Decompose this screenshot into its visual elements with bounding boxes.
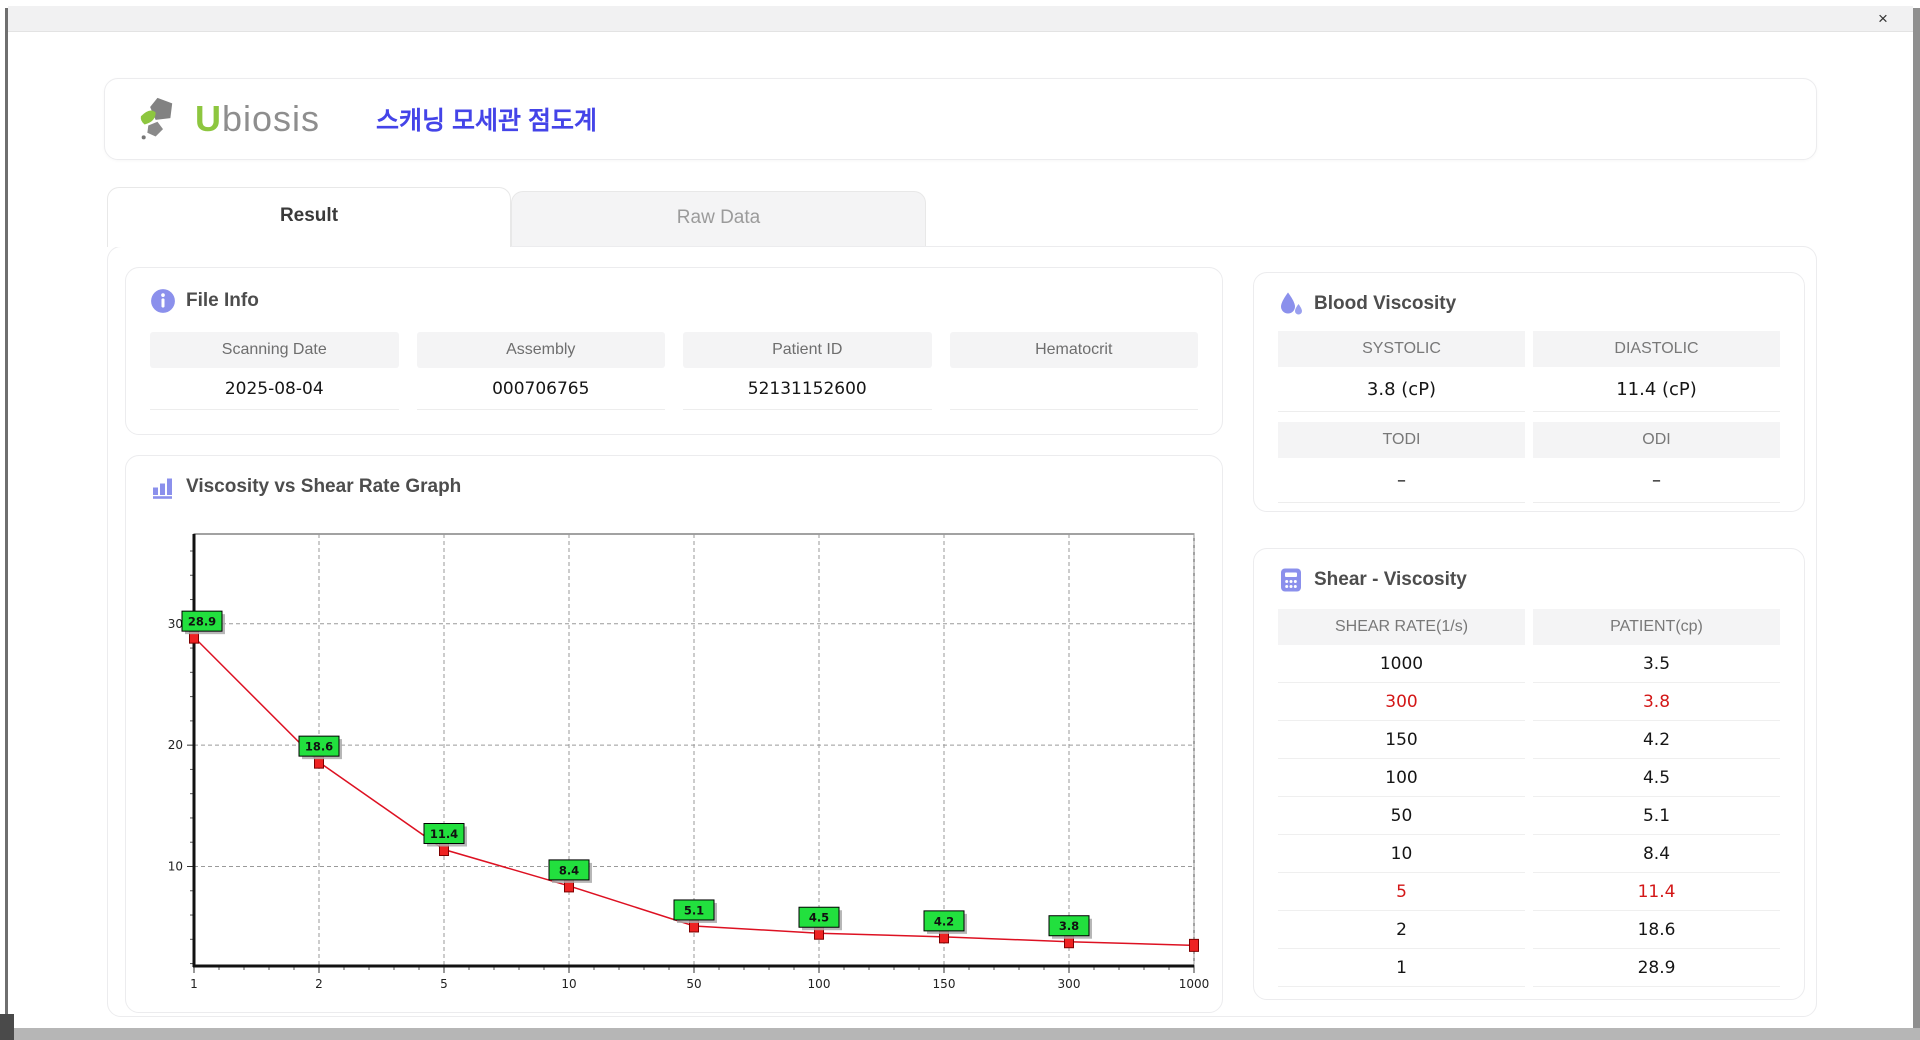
window-edge-bottom <box>0 1028 1920 1040</box>
shear-viscosity-table: SHEAR RATE(1/s) PATIENT(cp) 1000 3.5 300 3.… <box>1278 609 1780 987</box>
svg-text:100: 100 <box>808 977 831 991</box>
patient-viscosity-cell: 3.5 <box>1533 645 1780 683</box>
viscosity-graph-card: Viscosity vs Shear Rate Graph 10 20 30 1 2 5 1… <box>125 455 1223 1013</box>
graph-title: Viscosity vs Shear Rate Graph <box>186 476 462 497</box>
svg-text:300: 300 <box>1058 977 1081 991</box>
water-drops-icon <box>1278 291 1304 317</box>
svg-text:4.2: 4.2 <box>934 914 954 928</box>
svg-text:10: 10 <box>561 977 576 991</box>
svg-text:5.1: 5.1 <box>684 903 704 917</box>
svg-text:10: 10 <box>168 859 183 873</box>
field-label: Scanning Date <box>150 332 399 368</box>
bar-chart-icon <box>150 474 176 500</box>
viscosity-shear-chart: 10 20 30 1 2 5 10 50 100 150 300 1000 28.9 18.6 11.4 8.… <box>168 533 1210 991</box>
diastolic-label: DIASTOLIC <box>1533 331 1780 367</box>
field-value: 2025-08-04 <box>150 368 399 410</box>
shear-rate-cell: 150 <box>1278 721 1525 759</box>
calculator-icon <box>1278 567 1304 593</box>
column-header-shear-rate: SHEAR RATE(1/s) <box>1278 609 1525 645</box>
page-title: 스캐닝 모세관 점도계 <box>376 107 597 135</box>
field-label: Hematocrit <box>949 332 1198 368</box>
svg-text:1000: 1000 <box>1179 977 1210 991</box>
logo-word-rest: biosis <box>222 98 321 139</box>
shear-rate-cell: 1000 <box>1278 645 1525 683</box>
patient-viscosity-cell: 11.4 <box>1533 873 1780 911</box>
systolic-value: 3.8 (cP) <box>1278 367 1525 412</box>
patient-viscosity-cell: 18.6 <box>1533 911 1780 949</box>
field-value: 000706765 <box>416 368 665 410</box>
blood-viscosity-title: Blood Viscosity <box>1314 293 1457 314</box>
svg-text:2: 2 <box>315 977 323 991</box>
field-label: Assembly <box>416 332 665 368</box>
close-icon[interactable]: × <box>1871 8 1895 30</box>
svg-text:3.8: 3.8 <box>1059 919 1079 933</box>
field-label: Patient ID <box>683 332 932 368</box>
svg-text:8.4: 8.4 <box>559 863 579 877</box>
field-patient-id: Patient ID 52131152600 <box>683 332 932 410</box>
todi-label: TODI <box>1278 422 1525 458</box>
shear-rate-cell: 1 <box>1278 949 1525 987</box>
shear-viscosity-title: Shear - Viscosity <box>1314 569 1467 590</box>
window-corner <box>0 1014 14 1040</box>
todi-value: – <box>1278 458 1525 503</box>
svg-text:30: 30 <box>168 617 183 631</box>
tab-result[interactable]: Result <box>107 187 511 247</box>
window-edge-left <box>5 8 8 1028</box>
field-value <box>949 368 1198 410</box>
patient-viscosity-cell: 5.1 <box>1533 797 1780 835</box>
odi-label: ODI <box>1533 422 1780 458</box>
file-info-card: File Info Scanning Date 2025-08-04 Assem… <box>125 267 1223 435</box>
blood-viscosity-card: Blood Viscosity SYSTOLIC DIASTOLIC 3.8 (… <box>1253 272 1805 512</box>
svg-text:4.5: 4.5 <box>809 911 829 925</box>
svg-text:1: 1 <box>190 977 198 991</box>
window-titlebar: × <box>8 6 1913 32</box>
shear-rate-cell: 50 <box>1278 797 1525 835</box>
systolic-label: SYSTOLIC <box>1278 331 1525 367</box>
shear-rate-cell: 100 <box>1278 759 1525 797</box>
patient-viscosity-cell: 28.9 <box>1533 949 1780 987</box>
svg-text:11.4: 11.4 <box>430 827 458 841</box>
patient-viscosity-cell: 8.4 <box>1533 835 1780 873</box>
shear-rate-cell: 10 <box>1278 835 1525 873</box>
svg-text:28.9: 28.9 <box>188 615 216 629</box>
shear-rate-cell: 5 <box>1278 873 1525 911</box>
shear-rate-cell: 300 <box>1278 683 1525 721</box>
shear-viscosity-card: Shear - Viscosity SHEAR RATE(1/s) PATIEN… <box>1253 548 1805 1000</box>
window-edge-right <box>1913 8 1920 1028</box>
brand-logo: Ubiosis <box>137 96 320 142</box>
svg-text:20: 20 <box>168 738 183 752</box>
svg-text:18.6: 18.6 <box>305 740 333 754</box>
svg-text:50: 50 <box>686 977 701 991</box>
odi-value: – <box>1533 458 1780 503</box>
logo-letter-u: U <box>195 98 222 139</box>
patient-viscosity-cell: 3.8 <box>1533 683 1780 721</box>
info-icon <box>150 288 176 314</box>
field-hematocrit: Hematocrit <box>949 332 1198 410</box>
app-header: Ubiosis 스캐닝 모세관 점도계 <box>104 78 1817 160</box>
shear-rate-cell: 2 <box>1278 911 1525 949</box>
ubiosis-logo-icon <box>137 96 189 142</box>
logo-wordmark: Ubiosis <box>195 98 320 140</box>
svg-text:5: 5 <box>440 977 448 991</box>
diastolic-value: 11.4 (cP) <box>1533 367 1780 412</box>
tab-raw-data[interactable]: Raw Data <box>511 191 926 247</box>
column-header-patient: PATIENT(cp) <box>1533 609 1780 645</box>
svg-text:150: 150 <box>933 977 956 991</box>
patient-viscosity-cell: 4.5 <box>1533 759 1780 797</box>
patient-viscosity-cell: 4.2 <box>1533 721 1780 759</box>
field-assembly: Assembly 000706765 <box>416 332 665 410</box>
file-info-title: File Info <box>186 290 259 311</box>
field-value: 52131152600 <box>683 368 932 410</box>
field-scanning-date: Scanning Date 2025-08-04 <box>150 332 399 410</box>
